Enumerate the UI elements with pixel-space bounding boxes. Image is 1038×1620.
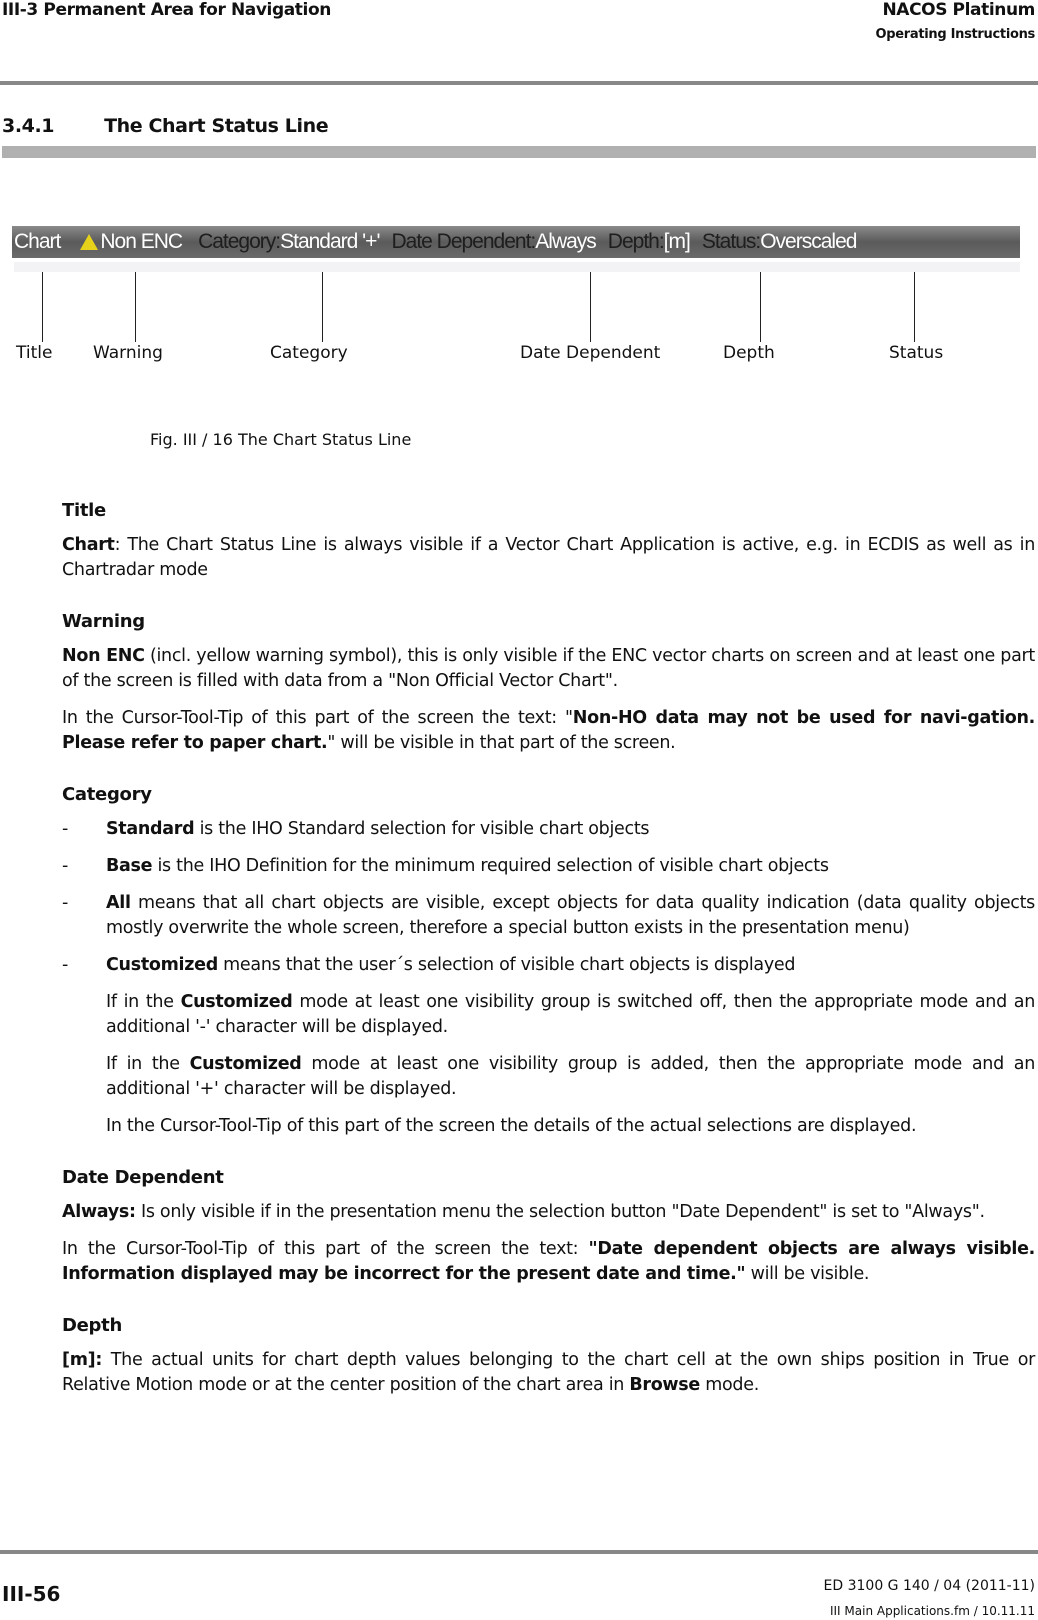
pointer-line-status (914, 272, 915, 342)
label-warning: Warning (93, 343, 163, 363)
pointer-line-date (590, 272, 591, 342)
term: Chart (62, 535, 115, 555)
warning-text: Non ENC (incl. yellow warning symbol), t… (62, 644, 1035, 694)
text: The actual units for chart depth values … (62, 1350, 1035, 1395)
label-title: Title (16, 343, 53, 363)
section-bar (2, 146, 1036, 158)
status-title: Chart (14, 230, 61, 253)
date-section: Date Dependent Always: Is only visible i… (62, 1165, 1035, 1287)
list-item: - Customized means that the user´s select… (62, 953, 1035, 978)
term: Standard (106, 819, 195, 839)
term: Customized (189, 1054, 302, 1074)
date-heading: Date Dependent (62, 1167, 224, 1188)
category-label: Category: (198, 230, 281, 253)
date-tooltip-text: In the Cursor-Tool-Tip of this part of t… (62, 1237, 1035, 1287)
text: means that all chart objects are visible… (106, 893, 1035, 938)
term: Always: (62, 1202, 136, 1222)
text: will be visible. (745, 1264, 870, 1284)
dash: - (62, 856, 69, 876)
text: In the Cursor-Tool-Tip of this part of t… (62, 1239, 589, 1259)
status-label: Status: (701, 230, 761, 253)
status-warning: Non ENC (100, 230, 183, 253)
list-item: - Base is the IHO Definition for the mini… (62, 854, 1035, 879)
section-title: The Chart Status Line (104, 115, 329, 137)
page-number: III-56 (2, 1582, 61, 1606)
date-text: Always: Is only visible if in the presen… (62, 1200, 1035, 1225)
depth-value: [m] (663, 230, 691, 253)
pointer-line-depth (760, 272, 761, 342)
text: If in the (106, 992, 181, 1012)
term: Non ENC (62, 646, 145, 666)
text: is the IHO Standard selection for visibl… (194, 819, 650, 839)
category-value: Standard '+' (280, 230, 380, 253)
customized-added-text: If in the Customized mode at least one v… (106, 1052, 1035, 1102)
label-status: Status (889, 343, 944, 363)
label-depth: Depth (723, 343, 775, 363)
label-category: Category (270, 343, 348, 363)
text: means that the user´s selection of visib… (217, 955, 796, 975)
dash: - (62, 955, 69, 975)
section-number: 3.4.1 (2, 115, 55, 137)
title-section: Title Chart: The Chart Status Line is al… (62, 498, 1035, 583)
status-value: Overscaled (760, 230, 857, 253)
depth-text: [m]: The actual units for chart depth va… (62, 1348, 1035, 1398)
list-item: - All means that all chart objects are vi… (62, 891, 1035, 941)
text: (incl. yellow warning symbol), this is o… (62, 646, 1035, 691)
label-date-dependent: Date Dependent (520, 343, 661, 363)
file-name: III Main Applications.fm / 10.11.11 (829, 1604, 1035, 1618)
dash: - (62, 819, 69, 839)
depth-label: Depth: (607, 230, 665, 253)
term: Browse (629, 1375, 700, 1395)
term: Customized (106, 955, 218, 975)
section-heading: 3.4.1 The Chart Status Line (2, 115, 329, 137)
title-text: Chart: The Chart Status Line is always v… (62, 533, 1035, 583)
customized-off-text: If in the Customized mode at least one v… (106, 990, 1035, 1040)
warning-tooltip-text: In the Cursor-Tool-Tip of this part of t… (62, 706, 1035, 756)
term: Base (106, 856, 153, 876)
category-tooltip-text: In the Cursor-Tool-Tip of this part of t… (106, 1116, 917, 1136)
date-label: Date Dependent: (391, 230, 536, 253)
text: In the Cursor-Tool-Tip of this part of t… (62, 708, 573, 728)
date-value: Always (535, 230, 597, 253)
chart-status-line: Chart Non ENC Category: Standard '+' Dat… (12, 226, 1020, 258)
term: All (106, 893, 131, 913)
text: If in the (106, 1054, 190, 1074)
dash: - (62, 893, 69, 913)
warning-section: Warning Non ENC (incl. yellow warning sy… (62, 609, 1035, 756)
footer-rule (0, 1550, 1038, 1554)
list-item: - Standard is the IHO Standard selection … (62, 817, 1035, 842)
header-product: NACOS Platinum (882, 0, 1035, 20)
term: [m]: (62, 1350, 103, 1370)
status-line-reflection (14, 262, 1020, 272)
text: : The Chart Status Line is always visibl… (62, 535, 1035, 580)
header-doc-type: Operating Instructions (875, 27, 1035, 42)
header-rule (0, 81, 1038, 85)
figure-caption: Fig. III / 16 The Chart Status Line (150, 430, 412, 449)
pointer-line-category (322, 272, 323, 342)
term: Customized (180, 992, 293, 1012)
title-heading: Title (62, 500, 106, 521)
text: is the IHO Definition for the minimum re… (152, 856, 829, 876)
category-heading: Category (62, 784, 152, 805)
pointer-line-title (42, 272, 43, 342)
body-content: Title Chart: The Chart Status Line is al… (62, 498, 1035, 1424)
depth-heading: Depth (62, 1315, 122, 1336)
header-section: III-3 Permanent Area for Navigation (2, 0, 331, 20)
warning-triangle-icon (80, 234, 99, 250)
depth-section: Depth [m]: The actual units for chart de… (62, 1313, 1035, 1398)
pointer-line-warning (135, 272, 136, 342)
text: " will be visible in that part of the sc… (327, 733, 676, 753)
doc-id: ED 3100 G 140 / 04 (2011-11) (823, 1578, 1035, 1594)
category-section: Category - Standard is the IHO Standard s… (62, 782, 1035, 1139)
text: mode. (700, 1375, 759, 1395)
warning-heading: Warning (62, 611, 145, 632)
text: Is only visible if in the presentation m… (135, 1202, 985, 1222)
